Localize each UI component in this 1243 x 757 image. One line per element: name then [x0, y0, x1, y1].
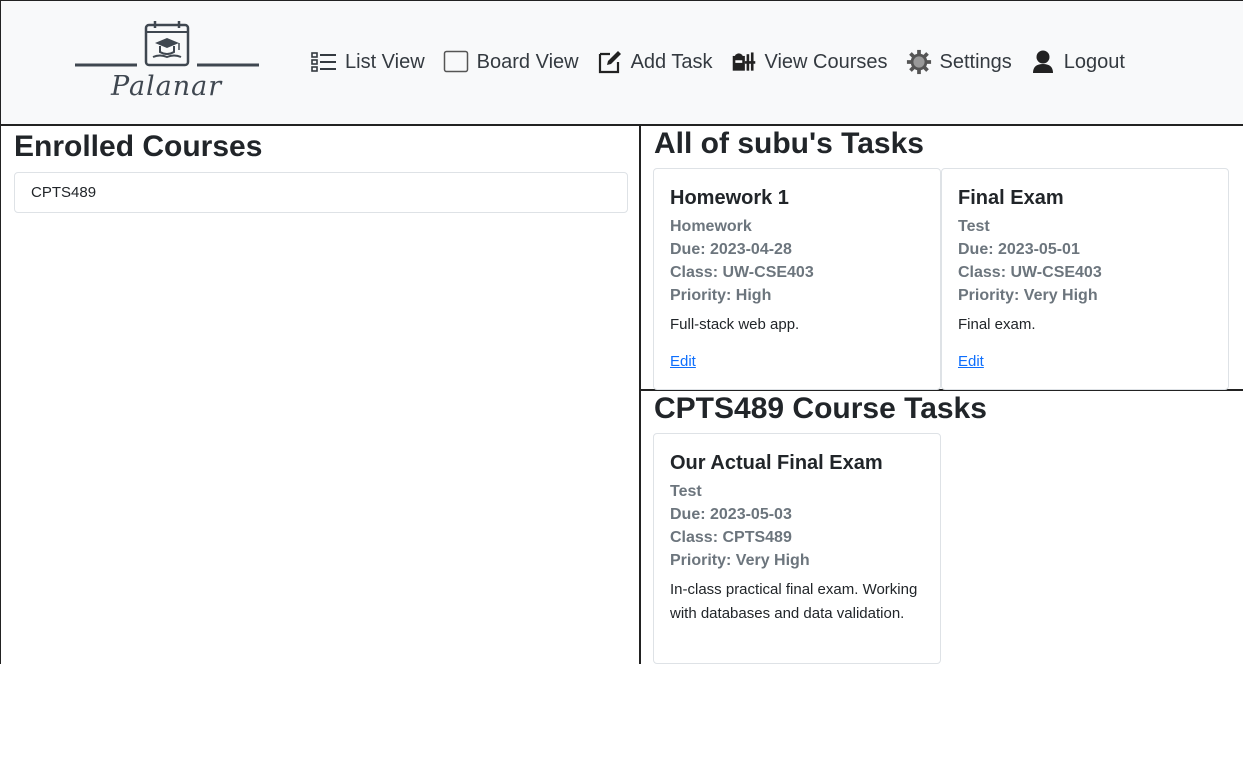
- course-tasks-panel: CPTS489 Course Tasks Our Actual Final Ex…: [641, 391, 1243, 664]
- task-description: Full-stack web app.: [670, 316, 800, 333]
- task-due: Due: 2023-05-01: [958, 241, 1080, 258]
- nav-settings-label: Settings: [939, 50, 1012, 73]
- task-priority: Priority: Very High: [670, 552, 810, 569]
- logo[interactable]: Palanar: [73, 19, 261, 109]
- task-type: Test: [670, 483, 702, 500]
- enrolled-courses-title: Enrolled Courses: [14, 130, 263, 163]
- brand-name: Palanar: [111, 71, 223, 102]
- user-icon: [1030, 49, 1056, 75]
- task-class: Class: UW-CSE403: [670, 264, 814, 281]
- students-icon: [731, 49, 757, 75]
- all-tasks-panel: All of subu's Tasks Homework 1 Homework …: [641, 126, 1243, 391]
- nav-add-task[interactable]: Add Task: [597, 49, 713, 75]
- edit-icon: [597, 49, 623, 75]
- task-type: Test: [958, 218, 990, 235]
- nav-board-view[interactable]: Board View: [443, 49, 579, 75]
- nav-list-view-label: List View: [345, 50, 425, 73]
- task-card: Final Exam Test Due: 2023-05-01 Class: U…: [941, 168, 1229, 390]
- task-card: Homework 1 Homework Due: 2023-04-28 Clas…: [653, 168, 941, 390]
- nav-logout[interactable]: Logout: [1030, 49, 1125, 75]
- course-tasks-cards: Our Actual Final Exam Test Due: 2023-05-…: [653, 433, 941, 664]
- task-title: Final Exam: [958, 187, 1064, 209]
- course-tasks-title: CPTS489 Course Tasks: [654, 392, 987, 425]
- task-due: Due: 2023-05-03: [670, 506, 792, 523]
- task-card: Our Actual Final Exam Test Due: 2023-05-…: [653, 433, 941, 664]
- enrolled-courses-panel: Enrolled Courses CPTS489: [0, 126, 641, 664]
- course-item[interactable]: CPTS489: [14, 172, 628, 213]
- nav-view-courses[interactable]: View Courses: [731, 49, 888, 75]
- task-title: Homework 1: [670, 187, 789, 209]
- task-description: In-class practical final exam. Working w…: [670, 581, 918, 622]
- header: Palanar List View Board View Add Task Vi…: [0, 0, 1243, 126]
- task-priority: Priority: High: [670, 287, 772, 304]
- list-icon: [311, 49, 337, 75]
- task-class: Class: UW-CSE403: [958, 264, 1102, 281]
- gear-icon: [906, 49, 932, 75]
- nav-list-view[interactable]: List View: [311, 49, 425, 75]
- all-tasks-title: All of subu's Tasks: [654, 127, 924, 160]
- edit-task-link[interactable]: Edit: [670, 353, 696, 370]
- nav-logout-label: Logout: [1063, 50, 1125, 73]
- nav-board-view-label: Board View: [476, 50, 579, 73]
- task-description: Final exam.: [958, 316, 1036, 333]
- task-priority: Priority: Very High: [958, 287, 1098, 304]
- task-type: Homework: [670, 218, 752, 235]
- nav-add-task-label: Add Task: [630, 50, 713, 73]
- all-tasks-cards: Homework 1 Homework Due: 2023-04-28 Clas…: [653, 168, 1229, 390]
- course-list: CPTS489: [14, 172, 628, 213]
- edit-task-link[interactable]: Edit: [958, 353, 984, 370]
- task-due: Due: 2023-04-28: [670, 241, 792, 258]
- main-nav: List View Board View Add Task View Cours…: [311, 45, 1143, 79]
- task-title: Our Actual Final Exam: [670, 452, 883, 474]
- nav-view-courses-label: View Courses: [764, 50, 888, 73]
- task-class: Class: CPTS489: [670, 529, 792, 546]
- nav-settings[interactable]: Settings: [906, 49, 1012, 75]
- board-icon: [443, 49, 469, 75]
